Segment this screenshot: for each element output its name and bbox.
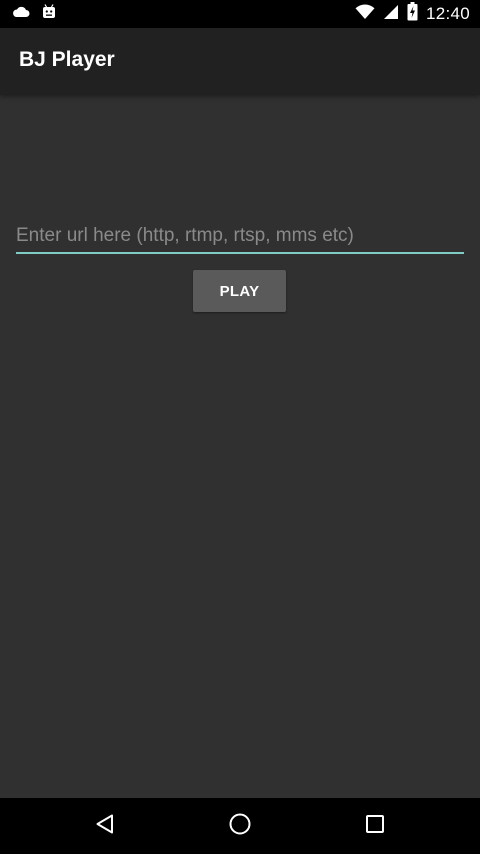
home-button[interactable]: [200, 798, 280, 854]
url-input[interactable]: [16, 220, 464, 254]
status-right-icons: 12:40: [355, 2, 470, 26]
cloud-icon: [12, 5, 30, 23]
status-bar: 12:40: [0, 0, 480, 28]
battery-icon: [407, 2, 418, 26]
recents-button[interactable]: [335, 798, 415, 854]
back-button[interactable]: [65, 798, 145, 854]
wifi-icon: [355, 3, 375, 25]
recents-icon: [365, 814, 385, 839]
back-icon: [94, 813, 116, 840]
signal-icon: [383, 4, 399, 25]
home-icon: [228, 812, 252, 841]
app-bar: BJ Player: [0, 28, 480, 95]
status-left-icons: [12, 3, 56, 25]
status-time: 12:40: [425, 4, 470, 23]
app-screen: 12:40 BJ Player PLAY: [0, 0, 480, 854]
android-icon: [42, 3, 56, 25]
navigation-bar: [0, 798, 480, 854]
play-button[interactable]: PLAY: [193, 270, 286, 312]
app-title: BJ Player: [19, 48, 115, 71]
